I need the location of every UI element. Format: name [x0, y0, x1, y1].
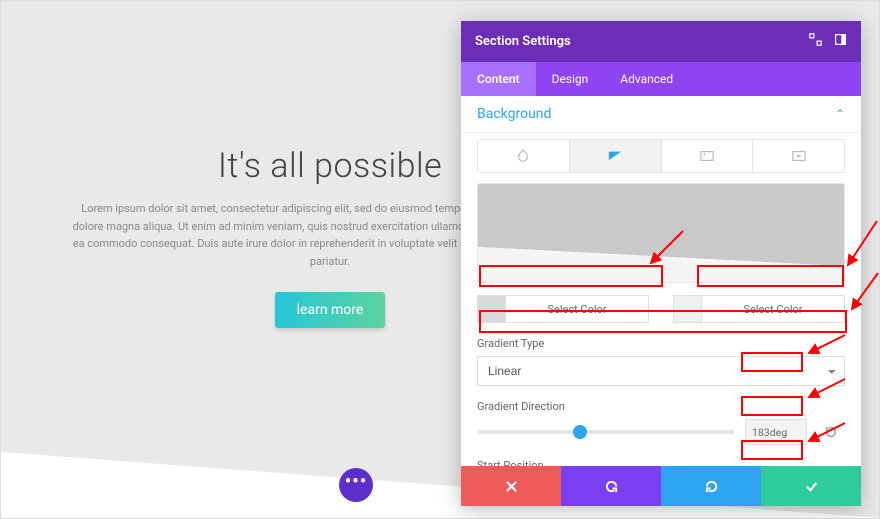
select-color-1-label: Select Color — [506, 296, 648, 322]
snap-icon[interactable] — [834, 33, 847, 50]
bg-tab-gradient[interactable] — [569, 140, 661, 172]
direction-slider[interactable] — [477, 430, 735, 434]
expand-icon[interactable] — [809, 33, 822, 50]
panel-title: Section Settings — [475, 34, 571, 49]
footer-redo[interactable] — [661, 466, 761, 506]
footer-save[interactable] — [761, 466, 861, 506]
gradient-type-select[interactable]: Linear — [477, 356, 845, 386]
swatch-2 — [674, 296, 702, 322]
color-picker-2[interactable]: Select Color — [673, 295, 845, 323]
bg-tab-video[interactable] — [752, 140, 844, 172]
bg-tab-color[interactable] — [478, 140, 569, 172]
footer-undo[interactable] — [561, 466, 661, 506]
footer-cancel[interactable] — [461, 466, 561, 506]
swatch-1 — [478, 296, 506, 322]
direction-value[interactable]: 183deg — [745, 419, 807, 445]
select-color-2-label: Select Color — [702, 296, 844, 322]
learn-more-button[interactable]: learn more — [275, 292, 386, 328]
direction-reset[interactable] — [817, 419, 845, 445]
chevron-up-icon[interactable]: ⌃ — [835, 107, 845, 121]
section-settings-panel: Section Settings Content Design Advanced… — [461, 21, 861, 506]
gradient-type-label: Gradient Type — [477, 337, 845, 350]
tab-content[interactable]: Content — [461, 62, 536, 96]
tab-advanced[interactable]: Advanced — [604, 62, 689, 96]
accordion-background[interactable]: Background — [477, 106, 551, 122]
color-picker-1[interactable]: Select Color — [477, 295, 649, 323]
fab-more-button[interactable]: ••• — [339, 468, 373, 502]
gradient-direction-label: Gradient Direction — [477, 400, 845, 413]
start-position-label: Start Position — [477, 459, 845, 466]
bg-tab-image[interactable] — [661, 140, 753, 172]
gradient-preview — [477, 183, 845, 283]
tab-design[interactable]: Design — [536, 62, 605, 96]
